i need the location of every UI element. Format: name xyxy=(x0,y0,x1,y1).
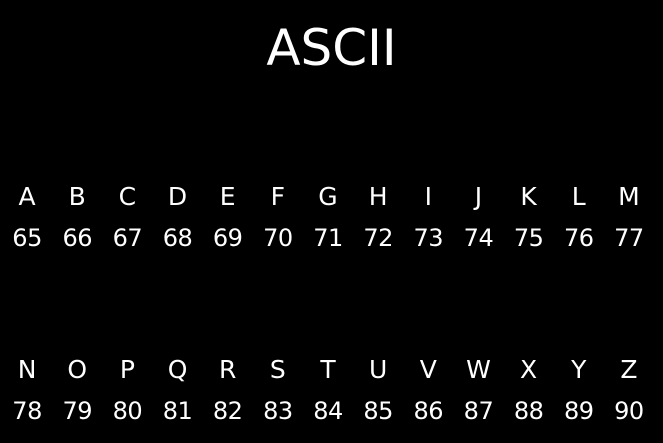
letter-c: C xyxy=(118,182,137,211)
code-76: 76 xyxy=(563,224,594,252)
letter-j: J xyxy=(474,182,483,211)
letter-y: Y xyxy=(571,355,587,384)
letter-h: H xyxy=(368,182,388,211)
code-80: 80 xyxy=(112,397,143,425)
code-66: 66 xyxy=(62,224,92,252)
code-89: 89 xyxy=(563,397,594,425)
code-81: 81 xyxy=(162,397,193,425)
code-88: 88 xyxy=(513,397,544,425)
code-84: 84 xyxy=(313,397,343,425)
letter-i: I xyxy=(424,182,432,211)
letter-n: N xyxy=(17,355,37,384)
code-87: 87 xyxy=(463,397,494,425)
letter-w: W xyxy=(466,355,491,384)
letter-row-a-to-m: A B C D E F G H I J K L M xyxy=(2,180,654,214)
code-77: 77 xyxy=(614,224,644,252)
letter-z: Z xyxy=(620,355,638,384)
code-71: 71 xyxy=(313,224,343,252)
code-69: 69 xyxy=(212,224,243,252)
code-73: 73 xyxy=(413,224,444,252)
letter-d: D xyxy=(167,182,188,211)
slide: ASCII A B C D E F G H I J K L M 65 66 67… xyxy=(0,0,663,443)
slide-title: ASCII xyxy=(266,19,397,77)
code-67: 67 xyxy=(112,224,143,252)
code-86: 86 xyxy=(413,397,444,425)
code-74: 74 xyxy=(463,224,494,252)
letter-row-n-to-z: N O P Q R S T U V W X Y Z xyxy=(2,353,654,387)
letter-m: M xyxy=(618,182,640,211)
letter-x: X xyxy=(520,355,538,384)
code-68: 68 xyxy=(162,224,193,252)
letter-g: G xyxy=(318,182,338,211)
code-row-78-to-90: 78 79 80 81 82 83 84 85 86 87 88 89 90 xyxy=(2,394,654,428)
letter-v: V xyxy=(419,355,437,384)
code-65: 65 xyxy=(12,224,42,252)
code-70: 70 xyxy=(263,224,293,252)
code-72: 72 xyxy=(363,224,393,252)
code-83: 83 xyxy=(263,397,293,425)
letter-t: T xyxy=(320,355,336,384)
code-78: 78 xyxy=(12,397,42,425)
letter-e: E xyxy=(219,182,236,211)
code-75: 75 xyxy=(513,224,544,252)
letter-q: Q xyxy=(167,355,188,384)
code-row-65-to-77: 65 66 67 68 69 70 71 72 73 74 75 76 77 xyxy=(2,221,654,255)
letter-r: R xyxy=(219,355,237,384)
letter-u: U xyxy=(368,355,388,384)
code-82: 82 xyxy=(212,397,243,425)
letter-p: P xyxy=(119,355,135,384)
letter-f: F xyxy=(270,182,286,211)
code-85: 85 xyxy=(363,397,393,425)
letter-o: O xyxy=(67,355,88,384)
letter-l: L xyxy=(571,182,586,211)
letter-k: K xyxy=(520,182,537,211)
letter-b: B xyxy=(68,182,86,211)
code-79: 79 xyxy=(62,397,92,425)
letter-a: A xyxy=(18,182,36,211)
code-90: 90 xyxy=(614,397,644,425)
letter-s: S xyxy=(269,355,286,384)
